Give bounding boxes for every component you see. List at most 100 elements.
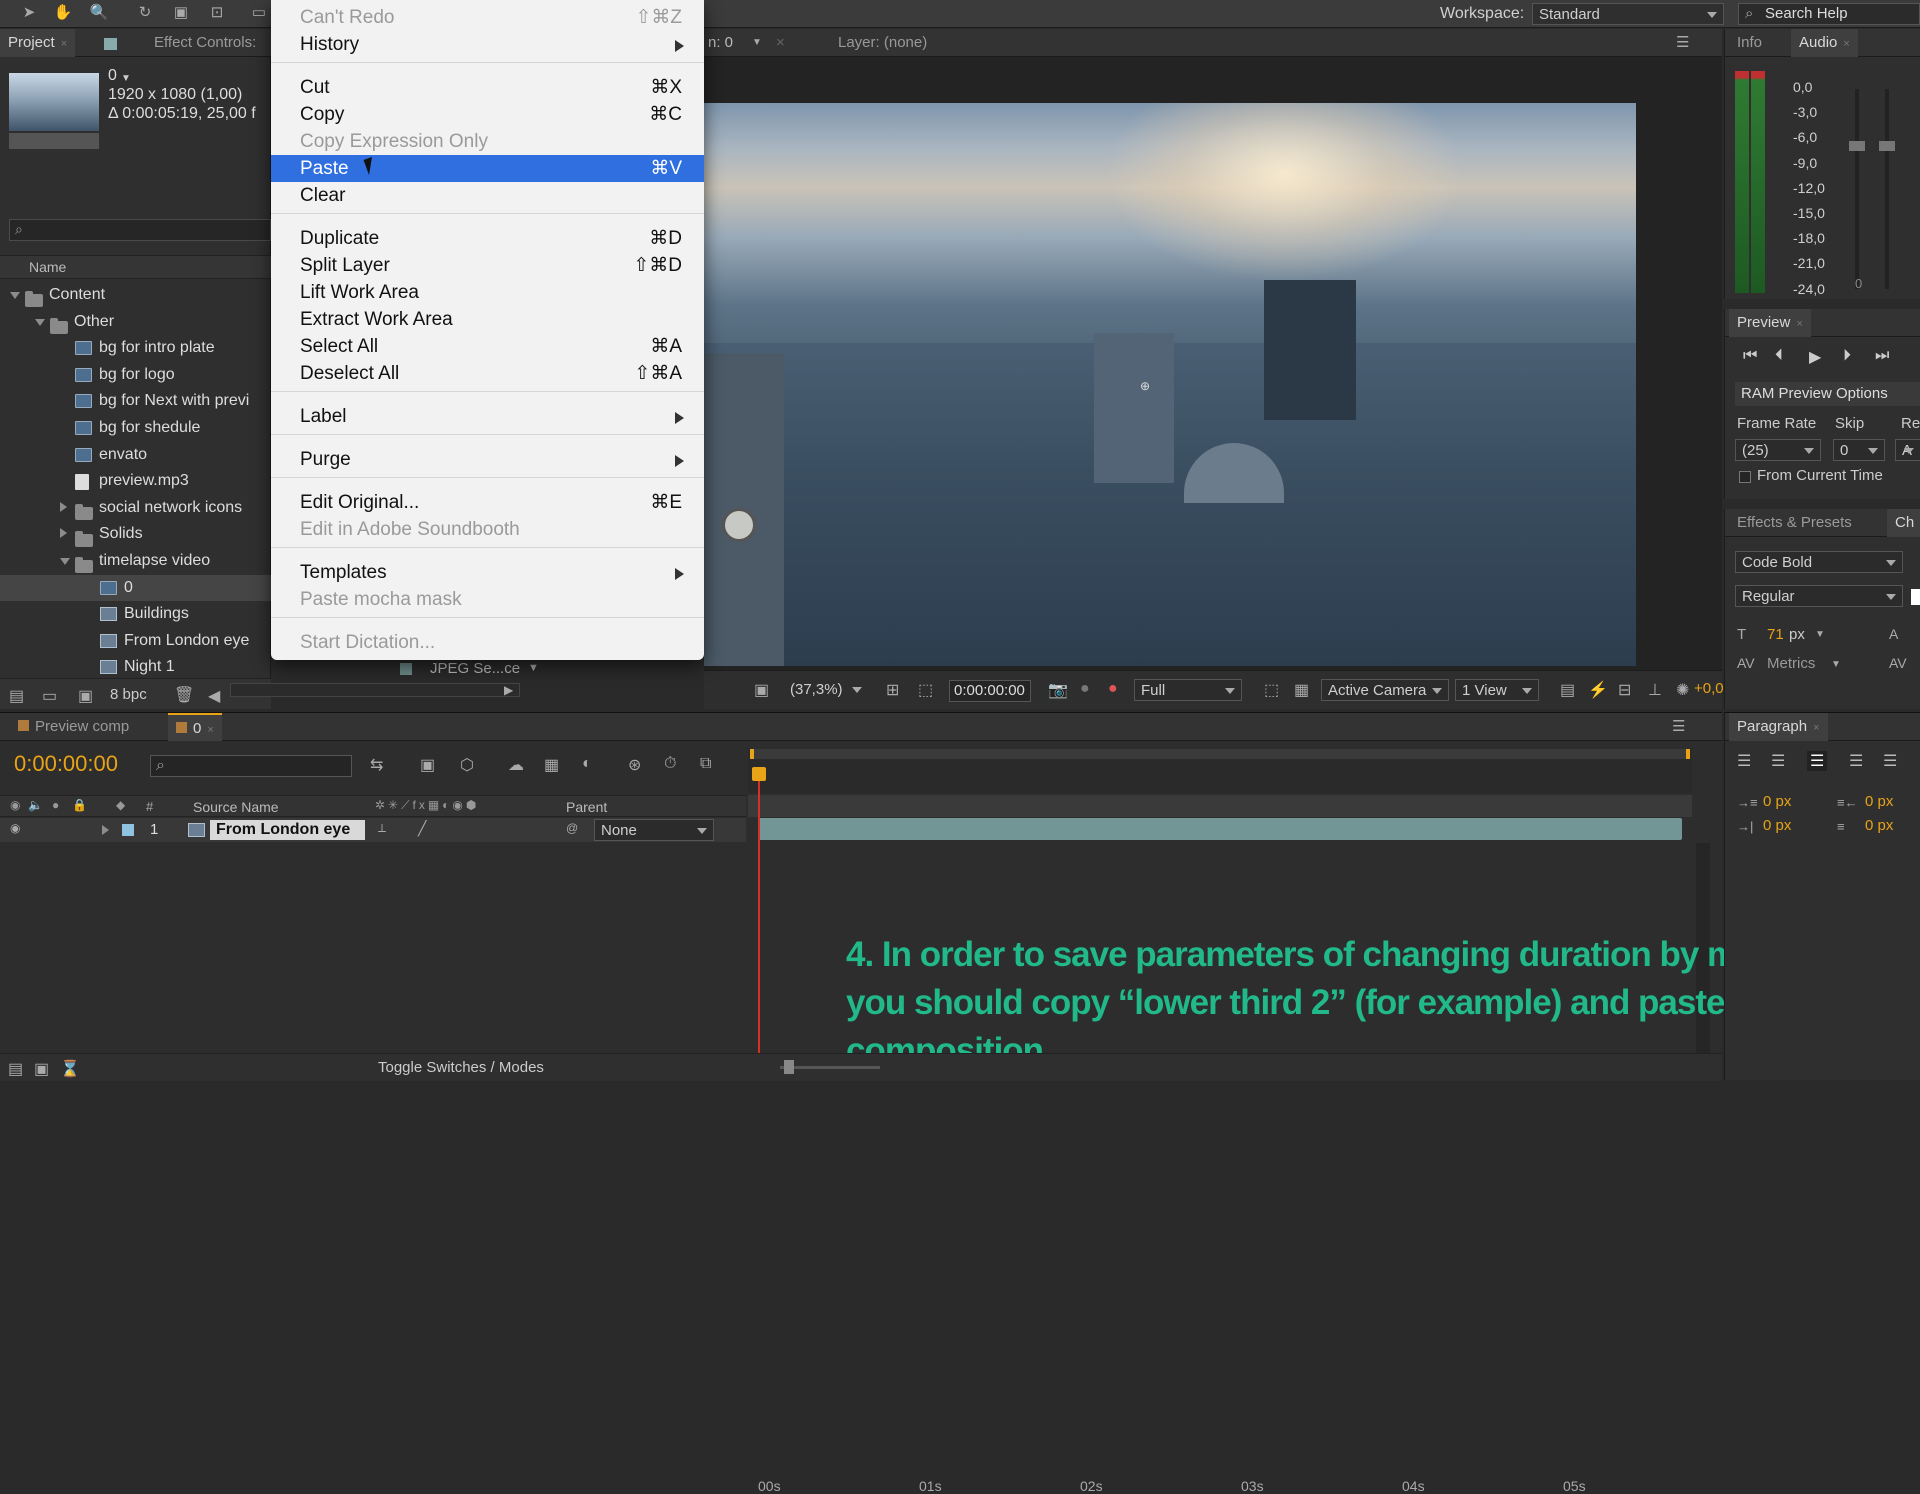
menu-item[interactable]: Paste ⌘V: [271, 155, 704, 182]
layer-tab-label[interactable]: Layer: (none): [838, 34, 927, 51]
motion-blur-icon[interactable]: ◐: [582, 755, 592, 773]
layer-duration-bar[interactable]: [758, 818, 1682, 840]
frame-blending-icon[interactable]: ▦: [544, 755, 559, 775]
project-tree-item[interactable]: 0: [0, 574, 271, 601]
menu-item[interactable]: Label: [271, 403, 704, 430]
indent-right-value[interactable]: 0 px: [1865, 793, 1893, 810]
auto-keyframe-icon[interactable]: ⏱: [664, 755, 676, 773]
hide-shy-icon[interactable]: ☁: [508, 755, 524, 775]
camera-dropdown[interactable]: Active Camera: [1321, 679, 1449, 701]
transparency-grid-icon[interactable]: ▦: [1294, 680, 1309, 700]
menu-item[interactable]: Extract Work Area: [271, 306, 704, 333]
tab-preview[interactable]: Preview ×: [1729, 309, 1811, 337]
menu-item[interactable]: Copy ⌘C: [271, 101, 704, 128]
exposure-icon[interactable]: ✺: [1676, 680, 1689, 700]
layer-label-swatch[interactable]: [122, 824, 134, 836]
mask-visibility-icon[interactable]: ⬚: [918, 680, 933, 700]
disclosure-open-icon[interactable]: [10, 282, 20, 308]
time-ruler[interactable]: [748, 749, 1692, 793]
parent-dropdown[interactable]: None: [594, 819, 714, 841]
search-help-field[interactable]: ⌕ Search Help: [1738, 3, 1920, 25]
disclosure-open-icon[interactable]: [35, 309, 45, 335]
disclosure-closed-icon[interactable]: [60, 521, 67, 547]
timeline-search-input[interactable]: ⌕: [150, 755, 352, 777]
tab-paragraph[interactable]: Paragraph ×: [1729, 713, 1828, 741]
from-current-time-checkbox[interactable]: [1739, 471, 1751, 483]
menu-item[interactable]: Lift Work Area: [271, 279, 704, 306]
close-icon[interactable]: ×: [1813, 722, 1819, 734]
last-frame-icon[interactable]: ⏭: [1875, 347, 1889, 365]
parent-pickwhip-icon[interactable]: @: [566, 821, 578, 835]
project-tree-item[interactable]: bg for Next with previ: [0, 388, 271, 414]
interpret-footage-icon[interactable]: ▤: [9, 686, 24, 706]
rotate-tool-icon[interactable]: ↻: [134, 4, 156, 22]
tab-preview-comp[interactable]: Preview comp: [10, 713, 137, 741]
menu-item[interactable]: Split Layer ⇧⌘D: [271, 252, 704, 279]
resolution-dropdown[interactable]: Full: [1134, 679, 1242, 701]
comp-mini-flowchart-icon[interactable]: ⇆: [370, 755, 383, 775]
project-tree-item[interactable]: preview.mp3: [0, 468, 271, 494]
comp-tab-label[interactable]: n: 0: [708, 34, 733, 51]
project-search-input[interactable]: ⌕: [9, 219, 271, 241]
toggle-pixel-aspect-icon[interactable]: ▤: [1560, 680, 1575, 700]
project-tree-item[interactable]: bg for shedule: [0, 415, 271, 441]
menu-item[interactable]: Clear: [271, 182, 704, 209]
justify-last-left-icon[interactable]: ☰: [1849, 751, 1863, 771]
workspace-dropdown[interactable]: Standard: [1532, 3, 1724, 25]
chevron-down-icon[interactable]: ▼: [528, 662, 539, 674]
kerning-value[interactable]: Metrics: [1767, 655, 1815, 672]
font-style-dropdown[interactable]: Regular: [1735, 585, 1903, 607]
camera-tool-icon[interactable]: ▣: [170, 4, 192, 22]
close-icon[interactable]: ×: [776, 34, 785, 51]
audio-slider-track-2[interactable]: [1885, 89, 1889, 289]
zoom-slider-track[interactable]: [780, 1066, 880, 1069]
exposure-value[interactable]: +0,0: [1694, 680, 1724, 697]
brainstorm-icon[interactable]: ⊛: [628, 755, 641, 775]
fill-color-swatch[interactable]: [1911, 589, 1920, 605]
project-tree-item[interactable]: From London eye: [0, 628, 271, 654]
space-after-value[interactable]: 0 px: [1865, 817, 1893, 834]
chevron-down-icon[interactable]: ▼: [752, 37, 762, 48]
menu-item[interactable]: Deselect All ⇧⌘A: [271, 360, 704, 387]
close-icon[interactable]: ×: [1796, 318, 1802, 330]
selection-tool-icon[interactable]: ➤: [18, 4, 40, 22]
column-name[interactable]: Name: [29, 259, 66, 275]
region-of-interest-icon[interactable]: ⬚: [1264, 680, 1279, 700]
close-icon[interactable]: ×: [207, 724, 213, 736]
title-safe-icon[interactable]: ⊞: [886, 680, 899, 700]
chevron-down-icon[interactable]: ▼: [121, 73, 131, 84]
justify-all-icon[interactable]: ☰: [1883, 751, 1897, 771]
view-layout-dropdown[interactable]: 1 View: [1455, 679, 1539, 701]
label-icon[interactable]: ◆: [116, 798, 125, 812]
indent-left-value[interactable]: 0 px: [1763, 793, 1791, 810]
snapshot-icon[interactable]: 📷: [1048, 680, 1068, 700]
bpc-label[interactable]: 8 bpc: [110, 686, 147, 703]
audio-slider-track[interactable]: [1855, 89, 1859, 289]
new-folder-icon[interactable]: ▭: [42, 686, 57, 706]
align-center-icon[interactable]: ☰: [1771, 751, 1785, 771]
project-tree-item[interactable]: Content: [0, 282, 271, 308]
disclosure-open-icon[interactable]: [60, 548, 70, 574]
column-source-name[interactable]: Source Name: [193, 799, 279, 815]
disclosure-closed-icon[interactable]: [60, 495, 67, 521]
live-update-icon[interactable]: ▣: [420, 755, 435, 775]
align-right-icon[interactable]: ☰: [1807, 751, 1828, 771]
project-scrollbar[interactable]: [230, 683, 520, 697]
tab-effect-controls[interactable]: Effect Controls:: [146, 29, 264, 57]
menu-item[interactable]: Select All ⌘A: [271, 333, 704, 360]
speaker-icon[interactable]: 🔈: [28, 798, 43, 812]
tab-character[interactable]: Ch: [1887, 509, 1920, 537]
expand-time-icon[interactable]: ⌛: [60, 1059, 80, 1079]
project-tree-item[interactable]: Buildings: [0, 601, 271, 627]
tab-effects-presets[interactable]: Effects & Presets: [1729, 509, 1860, 537]
trash-icon[interactable]: 🗑: [174, 685, 194, 705]
panel-menu-icon[interactable]: ☰: [1676, 33, 1689, 51]
chevron-down-icon[interactable]: ▼: [1815, 629, 1825, 640]
font-size-value[interactable]: 71: [1767, 626, 1784, 643]
audio-slider-thumb[interactable]: [1849, 141, 1865, 151]
color-channel-icon[interactable]: ●: [1108, 680, 1118, 698]
next-frame-icon[interactable]: ⏵: [1843, 347, 1851, 365]
project-tree-item[interactable]: envato: [0, 442, 271, 468]
always-preview-icon[interactable]: ▣: [754, 680, 769, 700]
first-frame-icon[interactable]: ⏮: [1743, 347, 1757, 365]
